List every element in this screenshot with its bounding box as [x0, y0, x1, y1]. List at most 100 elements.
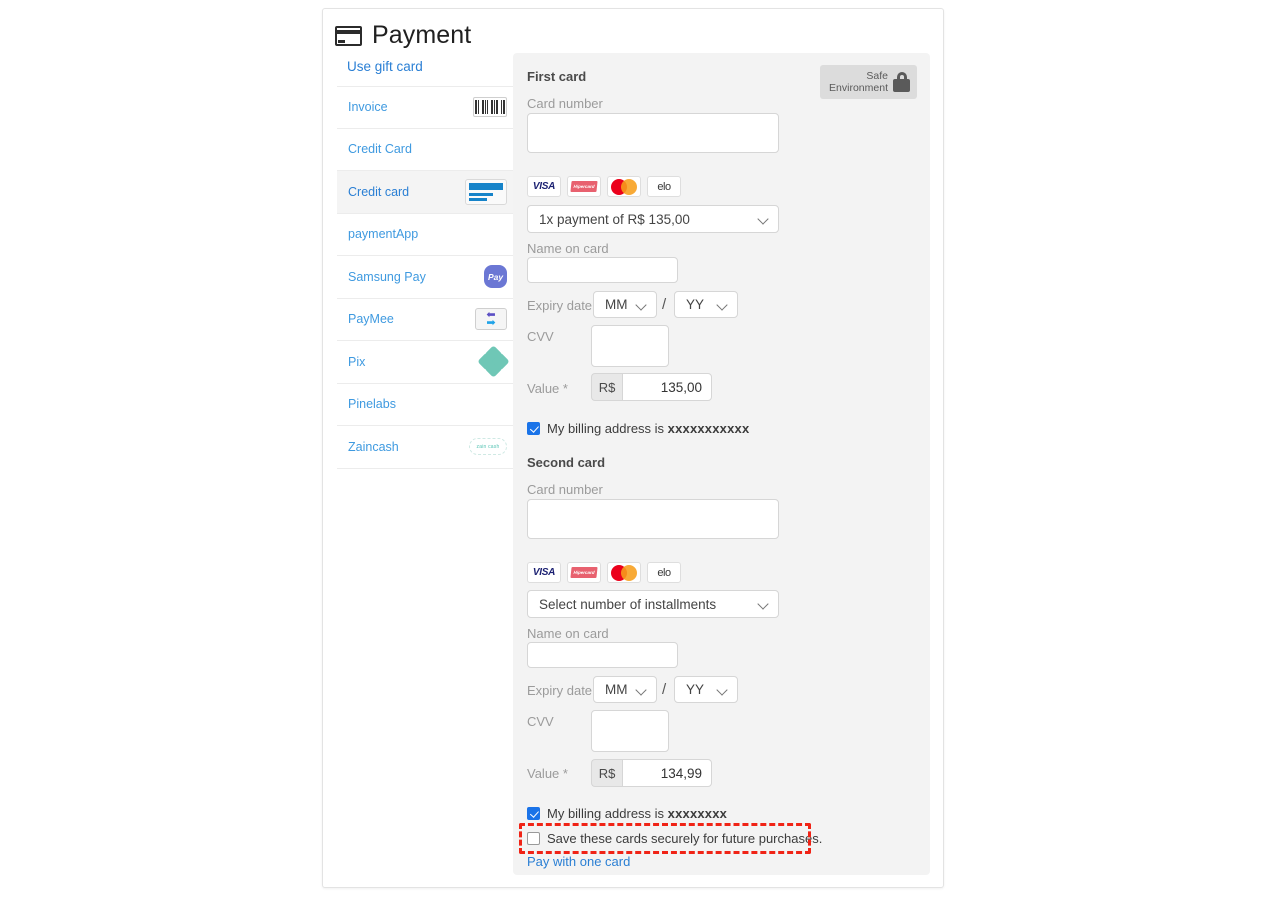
second-card-cvv-input[interactable]	[591, 710, 669, 752]
first-card-value-label: Value *	[527, 381, 568, 396]
method-label: paymentApp	[348, 227, 419, 242]
first-card-name-label: Name on card	[527, 241, 609, 256]
chevron-down-icon	[718, 685, 728, 695]
second-card-billing-label: My billing address is xxxxxxxx	[547, 806, 728, 821]
use-gift-card-link[interactable]: Use gift card	[347, 59, 423, 74]
first-card-brand-logos: VISA Hipercard elo	[527, 176, 681, 197]
samsung-pay-icon-text: Pay	[484, 265, 507, 289]
first-card-billing-label: My billing address is xxxxxxxxxxx	[547, 421, 750, 436]
second-card-cvv-label: CVV	[527, 714, 554, 729]
pay-with-one-card-link[interactable]: Pay with one card	[527, 854, 630, 869]
second-card-value-input[interactable]: 134,99	[622, 759, 712, 787]
zaincash-icon: zain cash	[469, 438, 507, 456]
second-card-currency-prefix: R$	[591, 759, 622, 787]
safe-badge-line2: Environment	[829, 82, 888, 94]
second-card-expiry-month-select[interactable]: MM	[593, 676, 657, 703]
second-card-number-label: Card number	[527, 482, 603, 497]
elo-logo: elo	[647, 176, 681, 197]
method-label: Credit Card	[348, 142, 412, 157]
second-card-expiry-year-value: YY	[686, 682, 705, 697]
chevron-down-icon	[718, 300, 728, 310]
mastercard-logo	[607, 176, 641, 197]
chevron-down-icon	[759, 214, 769, 224]
save-cards-checkbox[interactable]	[527, 832, 540, 845]
first-card-cvv-label: CVV	[527, 329, 554, 344]
second-card-expiry-year-select[interactable]: YY	[674, 676, 738, 703]
second-card-installments-value: Select number of installments	[539, 596, 717, 612]
second-card-number-input[interactable]	[527, 499, 779, 539]
method-label: Invoice	[348, 100, 388, 115]
samsung-pay-icon: Pay	[484, 265, 507, 289]
visa-logo: VISA	[527, 562, 561, 583]
second-card-expiry-label: Expiry date	[527, 683, 593, 698]
lock-icon	[893, 72, 910, 92]
second-card-billing-address-row[interactable]: My billing address is xxxxxxxx	[527, 806, 727, 821]
method-label: PayMee	[348, 312, 394, 327]
second-card-installments-select[interactable]: Select number of installments	[527, 590, 779, 618]
chevron-down-icon	[759, 599, 769, 609]
first-card-number-label: Card number	[527, 96, 603, 111]
first-card-expiry-month-select[interactable]: MM	[593, 291, 657, 318]
method-label: Zaincash	[348, 439, 399, 454]
page-title: Payment	[372, 21, 472, 49]
credit-card-icon	[465, 178, 507, 205]
sidebar-item-pix[interactable]: Pix	[337, 341, 517, 384]
second-card-billing-checkbox[interactable]	[527, 807, 540, 820]
first-card-billing-address-row[interactable]: My billing address is xxxxxxxxxxx	[527, 421, 749, 436]
method-label: Pix	[348, 354, 366, 369]
method-label: Samsung Pay	[348, 269, 426, 284]
payment-methods-list: Invoice Credit Card Credit card paymentA…	[337, 86, 517, 469]
first-card-value-input[interactable]: 135,00	[622, 373, 712, 401]
expiry-separator: /	[662, 681, 667, 698]
chevron-down-icon	[637, 300, 647, 310]
first-card-expiry-month-value: MM	[605, 297, 628, 312]
first-card-expiry-year-select[interactable]: YY	[674, 291, 738, 318]
second-card-value-label: Value *	[527, 766, 568, 781]
card-form-panel: Safe Environment First card Card number …	[513, 53, 930, 875]
first-card-title: First card	[527, 69, 587, 84]
hipercard-logo: Hipercard	[567, 176, 601, 197]
pix-icon	[477, 345, 510, 378]
first-card-currency-prefix: R$	[591, 373, 622, 401]
first-card-installments-value: 1x payment of R$ 135,00	[539, 211, 690, 227]
zaincash-icon-text: zain cash	[469, 438, 507, 456]
method-label: Pinelabs	[348, 397, 396, 412]
safe-badge-line1: Safe	[866, 70, 888, 82]
first-card-expiry-label: Expiry date	[527, 298, 593, 313]
chevron-down-icon	[637, 685, 647, 695]
sidebar-item-credit-card-upper[interactable]: Credit Card	[337, 128, 517, 171]
second-card-value-text: 134,99	[660, 765, 702, 781]
barcode-icon	[473, 97, 507, 118]
first-card-value-text: 135,00	[660, 379, 702, 395]
sidebar-item-paymee[interactable]: PayMee ⬅ ➡	[337, 298, 517, 341]
first-card-cvv-input[interactable]	[591, 325, 669, 367]
screen-root: Payment Use gift card Invoice Credit Car…	[0, 0, 1266, 906]
sidebar-item-invoice[interactable]: Invoice	[337, 86, 517, 129]
elo-logo: elo	[647, 562, 681, 583]
hipercard-logo: Hipercard	[567, 562, 601, 583]
save-cards-row[interactable]: Save these cards securely for future pur…	[527, 831, 822, 846]
second-card-name-label: Name on card	[527, 626, 609, 641]
second-card-brand-logos: VISA Hipercard elo	[527, 562, 681, 583]
mastercard-logo	[607, 562, 641, 583]
sidebar-item-zaincash[interactable]: Zaincash zain cash	[337, 426, 517, 469]
visa-logo: VISA	[527, 176, 561, 197]
second-card-name-input[interactable]	[527, 642, 678, 668]
first-card-billing-checkbox[interactable]	[527, 422, 540, 435]
first-card-number-input[interactable]	[527, 113, 779, 153]
safe-environment-badge: Safe Environment	[820, 65, 917, 99]
credit-card-icon	[335, 25, 362, 46]
sidebar-item-samsung-pay[interactable]: Samsung Pay Pay	[337, 256, 517, 299]
expiry-separator: /	[662, 296, 667, 313]
sidebar-item-credit-card-selected[interactable]: Credit card	[337, 171, 517, 214]
sidebar-item-paymentapp[interactable]: paymentApp	[337, 213, 517, 256]
first-card-installments-select[interactable]: 1x payment of R$ 135,00	[527, 205, 779, 233]
second-card-expiry-month-value: MM	[605, 682, 628, 697]
save-cards-label: Save these cards securely for future pur…	[547, 831, 823, 846]
second-card-title: Second card	[527, 455, 606, 470]
first-card-name-input[interactable]	[527, 257, 678, 283]
sidebar-item-pinelabs[interactable]: Pinelabs	[337, 383, 517, 426]
paymee-arrows-icon: ⬅ ➡	[475, 308, 507, 331]
page-header: Payment	[335, 21, 471, 50]
method-label: Credit card	[348, 184, 410, 199]
